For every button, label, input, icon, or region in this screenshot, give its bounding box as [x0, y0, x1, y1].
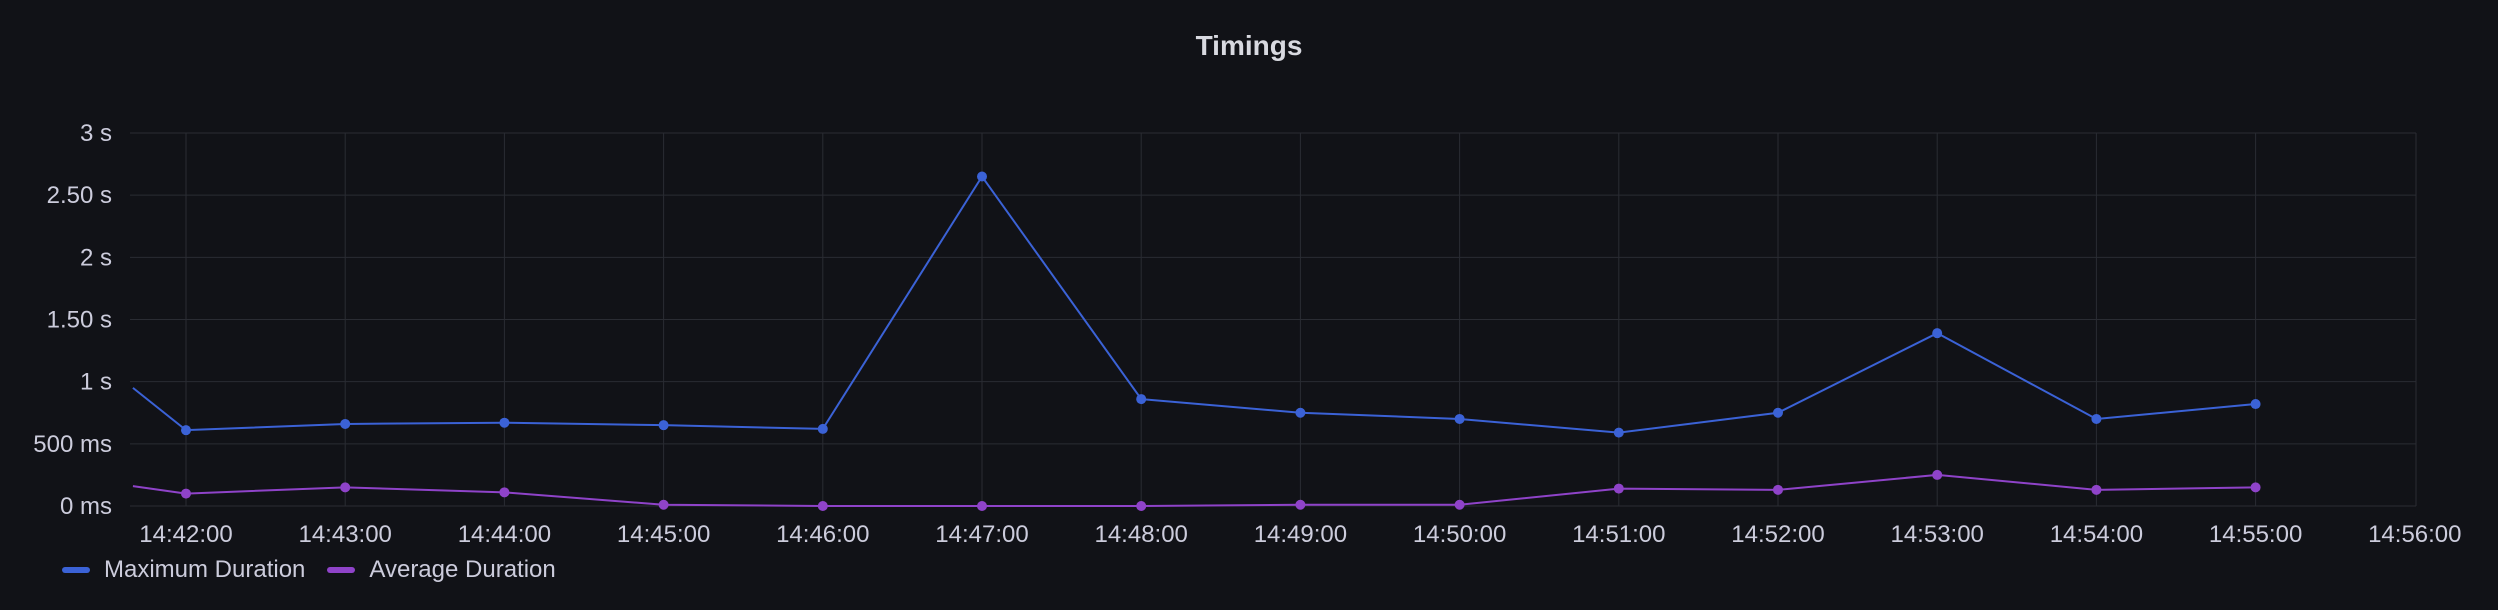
- data-point-max: [1295, 407, 1306, 418]
- y-axis-labels: 0 ms 500 ms 1 s 1.50 s 2 s 2.50 s 3 s: [33, 120, 112, 520]
- data-point-max: [2250, 399, 2261, 410]
- x-tick-label: 14:54:00: [2050, 521, 2143, 548]
- timings-panel: Timings 0 ms 500 ms 1 s 1.50 s2 s 2.50 s3 s …: [0, 0, 2498, 610]
- legend-swatch-max: [62, 567, 90, 573]
- data-point-avg: [1932, 469, 1943, 480]
- chart-legend: Maximum Duration Average Duration: [62, 556, 556, 584]
- y-tick-label: 3 s: [80, 120, 112, 147]
- x-tick-label: 14:47:00: [935, 521, 1028, 548]
- legend-label-avg: Average Duration: [369, 556, 556, 583]
- data-point-max: [1613, 427, 1624, 438]
- data-point-avg: [1136, 501, 1147, 511]
- y-tick-label: 2 s: [80, 244, 112, 271]
- y-tick-label: 0 ms: [60, 493, 112, 520]
- x-tick-label: 14:42:00: [139, 521, 232, 548]
- x-tick-label: 14:44:00: [458, 521, 551, 548]
- x-tick-label: 14:52:00: [1731, 521, 1824, 548]
- y-tick-label: 1.50 s: [47, 307, 112, 334]
- chart-series: [132, 171, 2261, 511]
- data-point-avg: [2250, 482, 2261, 493]
- data-point-max: [658, 420, 669, 431]
- data-point-avg: [1773, 484, 1783, 495]
- data-point-max: [1773, 407, 1783, 418]
- data-point-max: [817, 423, 828, 434]
- x-axis-labels: 14:42:00 14:43:00 14:44:00 14:45:00 14:46:00…: [139, 521, 2461, 548]
- legend-label-max: Maximum Duration: [104, 556, 306, 583]
- data-point-max: [181, 425, 191, 436]
- data-point-max: [499, 417, 510, 428]
- x-tick-label: 14:43:00: [298, 521, 391, 548]
- data-point-avg: [181, 488, 191, 499]
- x-tick-label: 14:46:00: [776, 521, 869, 548]
- y-tick-label: 2.50 s: [47, 182, 112, 209]
- timings-chart: 0 ms 500 ms 1 s 1.50 s 2 s 2.50 s 3 s 14:42:00…: [33, 120, 2461, 548]
- data-point-max: [340, 418, 351, 429]
- legend-swatch-avg: [327, 567, 356, 573]
- legend-item-avg[interactable]: Average Duration: [327, 556, 556, 584]
- x-tick-label: 14:53:00: [1890, 521, 1983, 548]
- x-tick-label: 14:49:00: [1254, 521, 1347, 548]
- x-tick-label: 14:55:00: [2209, 521, 2302, 548]
- data-point-avg: [499, 487, 510, 498]
- data-point-max: [1454, 413, 1465, 424]
- x-tick-label: 14:45:00: [617, 521, 710, 548]
- data-point-avg: [1613, 483, 1624, 494]
- y-tick-label: 500 ms: [33, 431, 112, 458]
- data-point-avg: [1295, 499, 1306, 510]
- data-point-avg: [340, 482, 351, 493]
- data-point-avg: [658, 499, 669, 510]
- x-tick-label: 14:48:00: [1094, 521, 1187, 548]
- x-tick-label: 14:56:00: [2368, 521, 2461, 548]
- data-point-max: [2091, 413, 2102, 424]
- x-tick-label: 14:50:00: [1413, 521, 1506, 548]
- x-tick-label: 14:51:00: [1572, 521, 1665, 548]
- data-point-avg: [977, 501, 987, 511]
- data-point-max: [1932, 328, 1943, 339]
- data-point-avg: [1454, 499, 1465, 510]
- y-tick-label: 1 s: [80, 369, 112, 396]
- data-point-max: [1136, 394, 1147, 405]
- chart-grid: [130, 132, 2417, 507]
- legend-item-max[interactable]: Maximum Duration: [62, 556, 305, 584]
- data-point-avg: [2091, 484, 2102, 495]
- data-point-avg: [817, 501, 828, 511]
- data-point-max: [977, 171, 987, 182]
